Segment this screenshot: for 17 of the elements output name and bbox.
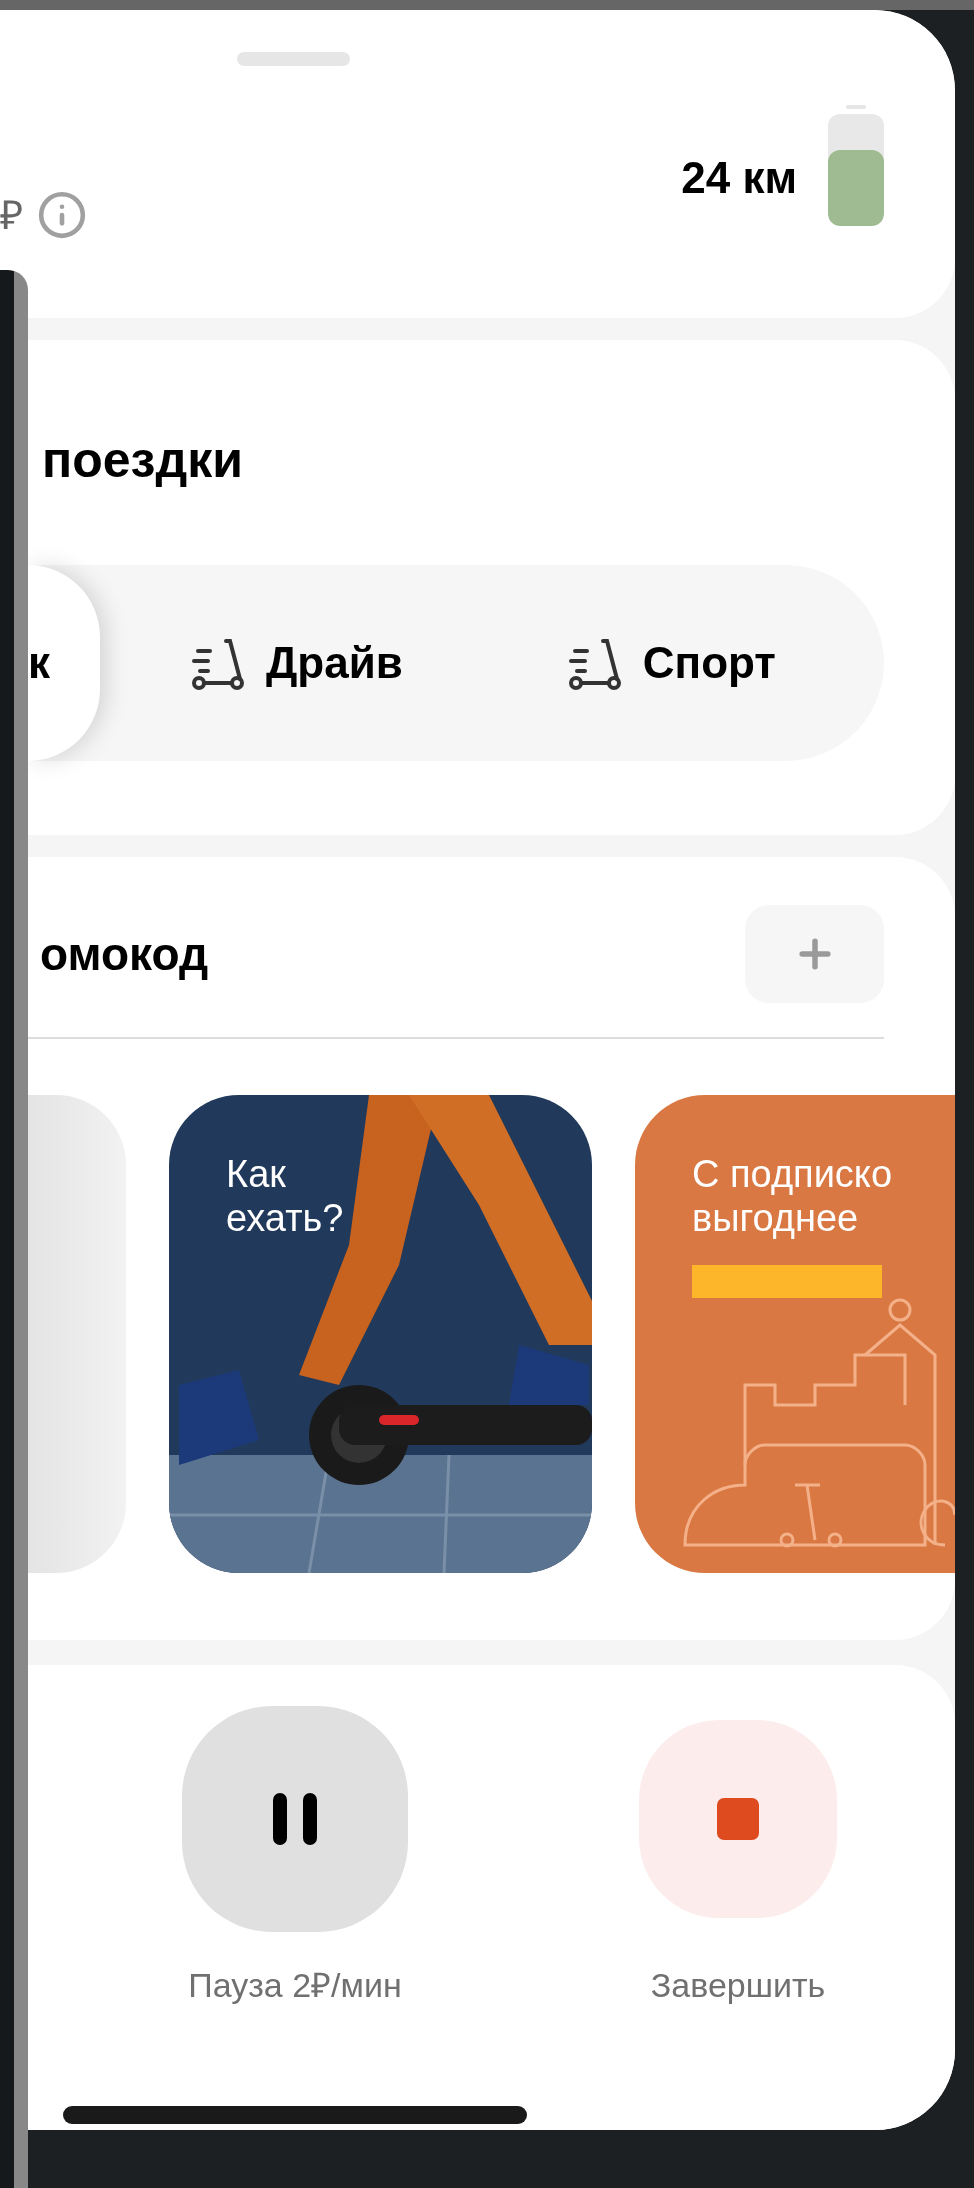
control-label: Завершить xyxy=(650,1965,826,2006)
range-text: 24 км xyxy=(681,152,797,204)
section-title: омокод xyxy=(40,926,209,982)
info-icon[interactable] xyxy=(37,190,87,240)
banner-title: Как ехать? xyxy=(226,1153,344,1241)
drag-handle[interactable] xyxy=(237,52,350,66)
mode-tab[interactable]: к xyxy=(28,565,100,761)
add-promo-button[interactable] xyxy=(745,905,884,1003)
mode-tab[interactable]: Спорт xyxy=(556,565,786,761)
control-label: Пауза 2₽/мин xyxy=(188,1965,402,2006)
banner-card[interactable]: Как ехать? xyxy=(169,1095,592,1573)
mode-tab[interactable]: Драйв xyxy=(180,565,413,761)
stop-icon xyxy=(717,1798,759,1840)
banner-title: С подписко выгоднее xyxy=(692,1153,893,1241)
currency-sign: ₽ xyxy=(0,195,23,235)
section-title: поездки xyxy=(42,431,244,490)
pause-icon xyxy=(273,1793,317,1845)
